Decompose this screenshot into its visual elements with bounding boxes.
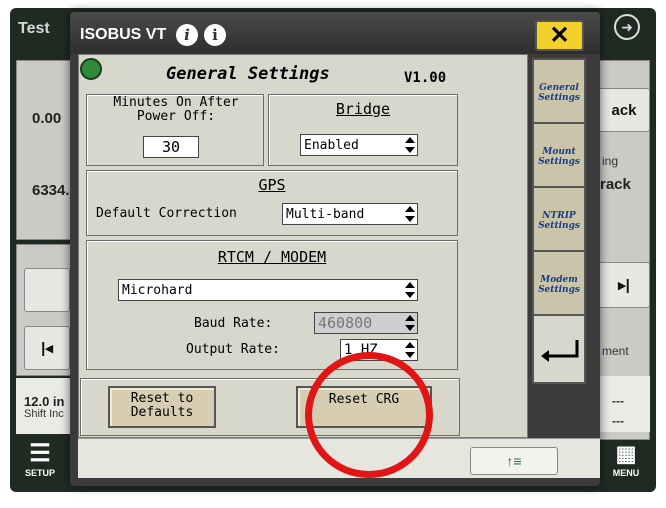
close-icon: ✕: [549, 22, 570, 49]
nav-icon: ↑≡: [506, 453, 522, 469]
return-arrow-icon: [541, 340, 579, 362]
background-right-label-2: ing: [602, 154, 619, 168]
reset-to-defaults-button[interactable]: Reset to Defaults: [108, 386, 216, 428]
softkey-ntrip-settings[interactable]: NTRIP Settings: [532, 186, 586, 256]
softkey-modem-label: Modem Settings: [538, 275, 580, 295]
dropdown-arrow-icon: [405, 342, 415, 358]
default-correction-label: Default Correction: [96, 206, 237, 221]
dialog-title: ISOBUS VT: [80, 26, 167, 43]
modem-select-value: Microhard: [122, 282, 193, 298]
background-title: Test: [18, 20, 50, 37]
output-rate-label: Output Rate:: [186, 342, 280, 357]
baud-rate-label: Baud Rate:: [194, 316, 273, 331]
close-button[interactable]: ✕: [535, 20, 584, 51]
background-dash-2: ---: [612, 414, 624, 428]
background-button[interactable]: [24, 268, 70, 312]
page-title: General Settings: [166, 64, 330, 84]
baud-rate-value: 460800: [318, 314, 373, 332]
background-value-2: 6334.: [32, 182, 70, 199]
setup-button[interactable]: ☰ SETUP: [18, 440, 62, 484]
info-icon[interactable]: i: [176, 24, 198, 46]
menu-grid-icon: ▦: [615, 441, 637, 466]
softkey-mount-label: Mount Settings: [538, 147, 580, 167]
gps-label: GPS: [258, 176, 286, 194]
dropdown-arrow-icon: [405, 315, 415, 331]
background-right-label-3: rack: [600, 176, 631, 193]
bridge-select[interactable]: Enabled: [300, 134, 418, 156]
minutes-label: Minutes On After Power Off:: [113, 95, 239, 124]
background-bottom-label: Shift Inc: [24, 408, 64, 420]
background-right-label-1: ack: [611, 101, 637, 119]
rtcm-modem-label: RTCM / MODEM: [217, 248, 327, 266]
background-right-label-4: ment: [602, 344, 629, 358]
navigation-button[interactable]: ↑≡: [470, 447, 558, 475]
setup-label: SETUP: [24, 468, 55, 478]
back-softkey[interactable]: [532, 314, 586, 384]
info-alt-icon[interactable]: i: [204, 24, 226, 46]
background-left-panel: [16, 60, 72, 240]
softkey-ntrip-label: NTRIP Settings: [538, 211, 580, 231]
skip-forward-button[interactable]: ▸|: [598, 262, 650, 308]
background-right-info: [598, 376, 650, 432]
modem-select[interactable]: Microhard: [118, 279, 418, 301]
softkey-modem-settings[interactable]: Modem Settings: [532, 250, 586, 320]
default-correction-value: Multi-band: [286, 206, 365, 222]
highlight-circle: [305, 352, 433, 478]
dropdown-arrow-icon: [405, 282, 415, 298]
menu-button[interactable]: ▦ MENU: [604, 440, 648, 484]
background-value-1: 0.00: [32, 110, 62, 127]
default-correction-select[interactable]: Multi-band: [282, 203, 418, 225]
forward-icon[interactable]: ➜: [614, 14, 640, 40]
background-dash-1: ---: [612, 394, 624, 408]
dropdown-arrow-icon: [405, 137, 415, 153]
setup-icon: ☰: [29, 440, 51, 467]
skip-back-button[interactable]: |◂: [24, 326, 70, 370]
bridge-label: Bridge: [335, 100, 391, 118]
bridge-select-value: Enabled: [304, 137, 359, 153]
softkey-general-label: General Settings: [538, 83, 580, 103]
background-bottom-value: 12.0 in: [24, 394, 65, 409]
dropdown-arrow-icon: [405, 206, 415, 222]
baud-rate-select[interactable]: 460800: [314, 312, 418, 334]
background-right-button-1[interactable]: ack: [598, 88, 650, 132]
app-logo-icon: [80, 58, 102, 80]
softkey-mount-settings[interactable]: Mount Settings: [532, 122, 586, 192]
minutes-input[interactable]: 30: [143, 136, 199, 158]
softkey-general-settings[interactable]: General Settings: [532, 58, 586, 128]
version-label: V1.00: [404, 70, 447, 86]
menu-label: MENU: [612, 468, 640, 478]
